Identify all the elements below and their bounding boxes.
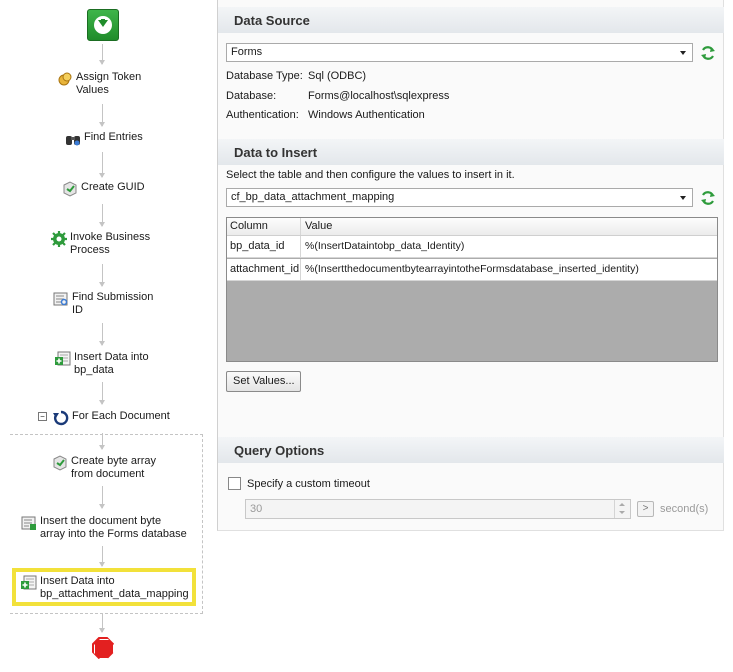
data-to-insert-heading: Data to Insert [218, 139, 724, 165]
connector [99, 614, 105, 633]
set-values-button[interactable]: Set Values... [226, 371, 301, 392]
workflow-step-find-submission-id[interactable]: Find Submission ID [53, 291, 153, 317]
workflow-step-invoke-business-process[interactable]: Invoke Business Process [51, 231, 150, 257]
start-icon[interactable] [87, 9, 119, 41]
column-value-grid[interactable]: Column Value bp_data_id %(InsertDatainto… [226, 217, 718, 362]
form-insert-icon [21, 516, 36, 530]
script-icon [53, 455, 67, 471]
loop-container-bottom [10, 613, 203, 614]
gear-icon [51, 231, 67, 247]
stepper-buttons[interactable] [614, 500, 630, 518]
refresh-icon[interactable] [700, 45, 716, 61]
properties-panel: Data Source Forms Database Type: Sql (OD… [217, 0, 724, 531]
database-type-label: Database Type: [226, 70, 303, 82]
stop-icon[interactable] [92, 637, 114, 659]
instruction-text: Select the table and then configure the … [226, 169, 515, 181]
chevron-down-icon [680, 51, 686, 55]
refresh-icon[interactable] [700, 190, 716, 206]
row-value-cell[interactable]: %(InsertthedocumentbytearrayintotheForms… [301, 259, 717, 280]
database-type-value: Sql (ODBC) [308, 70, 367, 82]
authentication-label: Authentication: [226, 109, 299, 121]
workflow-step-assign-token-values[interactable]: Assign Token Values [57, 71, 141, 97]
table-row[interactable]: bp_data_id %(InsertDataintobp_data_Ident… [227, 236, 717, 258]
connector [99, 264, 105, 287]
workflow-step-for-each-document[interactable]: For Each Document [53, 410, 170, 426]
workflow-step-create-guid[interactable]: Create GUID [62, 181, 145, 197]
connector [99, 323, 105, 346]
connector [99, 152, 105, 178]
timeout-stepper[interactable]: 30 [245, 499, 631, 519]
connector [99, 44, 105, 65]
guid-icon [63, 181, 77, 197]
token-icon [58, 72, 72, 86]
custom-timeout-label: Specify a custom timeout [247, 478, 370, 490]
database-value: Forms@localhost\sqlexpress [308, 90, 450, 102]
workflow-step-create-byte-array[interactable]: Create byte array from document [52, 455, 156, 481]
connector [99, 486, 105, 509]
database-label: Database: [226, 90, 277, 102]
binoculars-icon [66, 136, 80, 146]
data-source-heading: Data Source [218, 7, 724, 33]
workflow-step-insert-data-bp-data[interactable]: Insert Data into bp_data [55, 351, 149, 377]
value-header[interactable]: Value [301, 218, 717, 235]
table-row[interactable]: attachment_id %(Insertthedocumentbytearr… [227, 259, 717, 281]
grid-header-row: Column Value [227, 218, 717, 236]
form-search-icon [53, 292, 68, 306]
query-options-heading: Query Options [218, 437, 724, 463]
insert-data-icon [21, 575, 37, 590]
connector [99, 104, 105, 127]
workflow-step-find-entries[interactable]: Find Entries [65, 131, 143, 147]
insert-data-icon [55, 351, 71, 366]
loop-icon [53, 410, 69, 426]
chevron-down-icon [680, 196, 686, 200]
workflow-step-insert-data-attachment-mapping[interactable]: Insert Data into bp_attachment_data_mapp… [21, 575, 189, 601]
row-column-cell[interactable]: attachment_id [227, 259, 301, 280]
row-value-cell[interactable]: %(InsertDataintobp_data_Identity) [301, 236, 717, 257]
authentication-value: Windows Authentication [308, 109, 425, 121]
connector [99, 204, 105, 227]
workflow-step-insert-document-byte-array[interactable]: Insert the document byte array into the … [21, 515, 187, 541]
connector [99, 433, 105, 450]
row-column-cell[interactable]: bp_data_id [227, 236, 301, 257]
table-select[interactable]: cf_bp_data_attachment_mapping [226, 188, 693, 207]
workflow-designer: Assign Token Values Find Entries Create … [0, 0, 215, 672]
connector [99, 382, 105, 405]
collapse-toggle[interactable]: − [38, 412, 47, 421]
connection-select[interactable]: Forms [226, 43, 693, 62]
timeout-unit-label: second(s) [660, 503, 709, 515]
custom-timeout-checkbox[interactable] [228, 477, 241, 490]
timeout-go-button[interactable]: > [637, 501, 654, 517]
column-header[interactable]: Column [227, 218, 301, 235]
connector [99, 546, 105, 567]
